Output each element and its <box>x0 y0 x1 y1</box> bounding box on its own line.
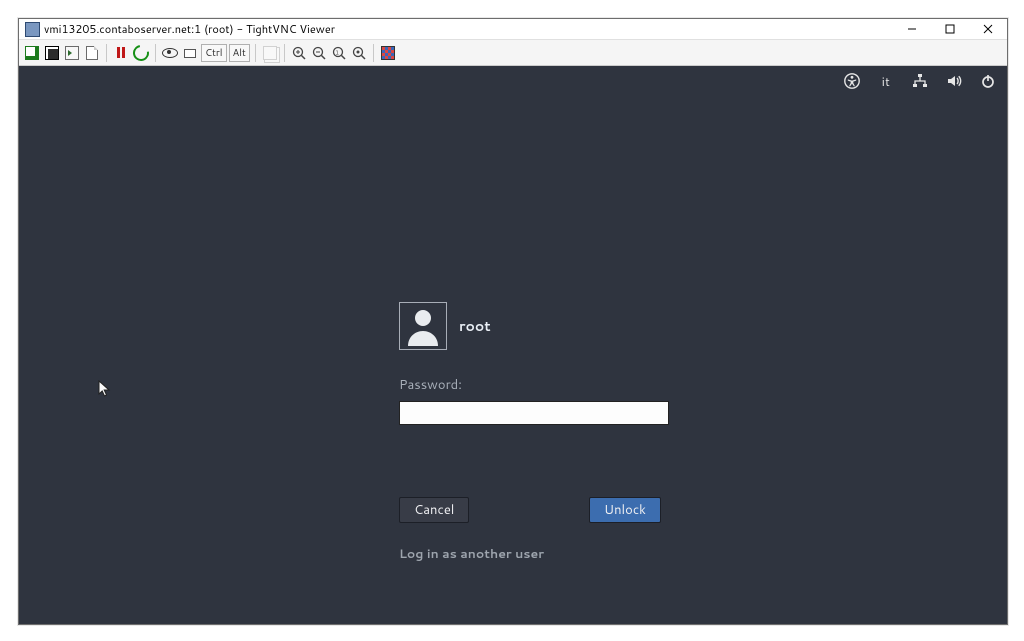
zoom-in-icon[interactable] <box>290 44 308 62</box>
user-avatar-icon <box>399 302 447 350</box>
app-icon <box>25 22 40 37</box>
minimize-button[interactable] <box>893 19 931 39</box>
mouse-cursor-icon <box>98 380 112 404</box>
login-form: root Password: Cancel Unlock Log in as a… <box>399 302 664 563</box>
gnome-top-bar: it <box>843 72 997 90</box>
button-row: Cancel Unlock <box>399 497 661 523</box>
zoom-auto-icon[interactable] <box>350 44 368 62</box>
zoom-out-icon[interactable] <box>310 44 328 62</box>
toolbar-separator <box>284 44 285 62</box>
accessibility-icon[interactable] <box>843 72 861 90</box>
toolbar-separator <box>155 44 156 62</box>
window-title: vmi13205.contaboserver.net:1 (root) - Ti… <box>44 21 335 37</box>
keyboard-layout-indicator[interactable]: it <box>877 72 895 90</box>
unlock-button[interactable]: Unlock <box>589 497 661 523</box>
connection-info-icon[interactable] <box>83 44 101 62</box>
volume-icon[interactable] <box>945 72 963 90</box>
send-ctrl-alt-del-icon[interactable] <box>161 44 179 62</box>
toolbar-separator <box>255 44 256 62</box>
refresh-icon[interactable] <box>132 44 150 62</box>
close-button[interactable] <box>969 19 1007 39</box>
password-label: Password: <box>399 376 664 394</box>
toolbar-separator <box>373 44 374 62</box>
transfer-files-icon[interactable] <box>261 44 279 62</box>
save-session-icon[interactable] <box>43 44 61 62</box>
svg-text:1: 1 <box>335 47 339 56</box>
connection-options-icon[interactable] <box>63 44 81 62</box>
vnc-viewer-window: vmi13205.contaboserver.net:1 (root) - Ti… <box>18 18 1008 625</box>
zoom-100-icon[interactable]: 1 <box>330 44 348 62</box>
new-connection-icon[interactable] <box>23 44 41 62</box>
maximize-button[interactable] <box>931 19 969 39</box>
username-label: root <box>459 316 491 336</box>
window-titlebar: vmi13205.contaboserver.net:1 (root) - Ti… <box>19 19 1007 39</box>
toolbar-separator <box>106 44 107 62</box>
password-input[interactable] <box>399 401 669 425</box>
remote-desktop-area[interactable]: it root Password: Cancel Unl <box>19 66 1007 624</box>
fullscreen-icon[interactable] <box>379 44 397 62</box>
user-row: root <box>399 302 664 350</box>
send-keys-icon[interactable] <box>181 44 199 62</box>
pause-icon[interactable] <box>112 44 130 62</box>
login-as-another-user-link[interactable]: Log in as another user <box>399 545 664 563</box>
power-icon[interactable] <box>979 72 997 90</box>
alt-key-button[interactable]: Alt <box>229 44 250 62</box>
cancel-button[interactable]: Cancel <box>399 497 469 523</box>
vnc-toolbar: Ctrl Alt 1 <box>19 39 1007 66</box>
network-icon[interactable] <box>911 72 929 90</box>
ctrl-key-button[interactable]: Ctrl <box>201 44 227 62</box>
window-controls <box>893 19 1007 39</box>
